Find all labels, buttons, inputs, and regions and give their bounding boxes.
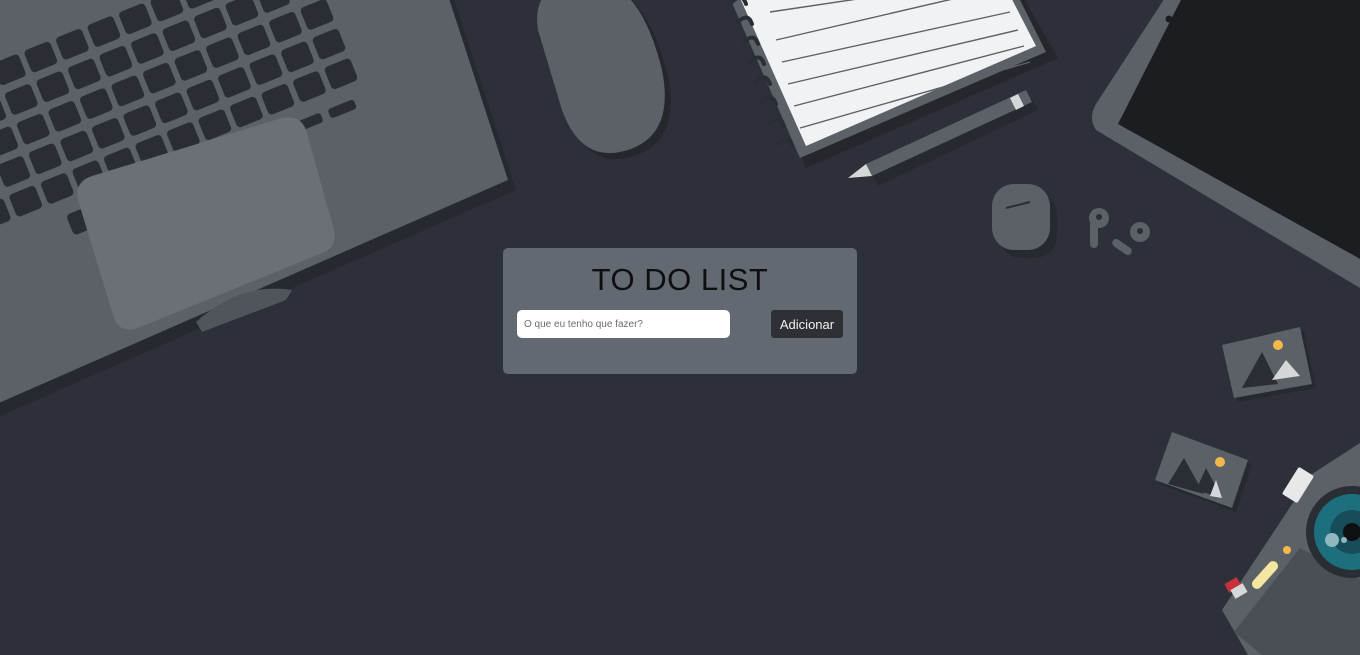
- laptop-icon: [0, 0, 516, 416]
- notebook-icon: [730, 0, 1058, 168]
- photo-icon: [1222, 327, 1316, 402]
- earbuds-icon: [1089, 208, 1150, 256]
- earbuds-case-icon: [992, 184, 1057, 258]
- tablet-icon: [1092, 0, 1360, 289]
- todo-card: TO DO LIST Adicionar: [503, 248, 857, 374]
- mouse-icon: [537, 0, 671, 160]
- page-title: TO DO LIST: [591, 262, 769, 297]
- photo-icon: [1155, 432, 1252, 512]
- add-task-button[interactable]: Adicionar: [771, 310, 843, 338]
- task-input[interactable]: [517, 310, 730, 338]
